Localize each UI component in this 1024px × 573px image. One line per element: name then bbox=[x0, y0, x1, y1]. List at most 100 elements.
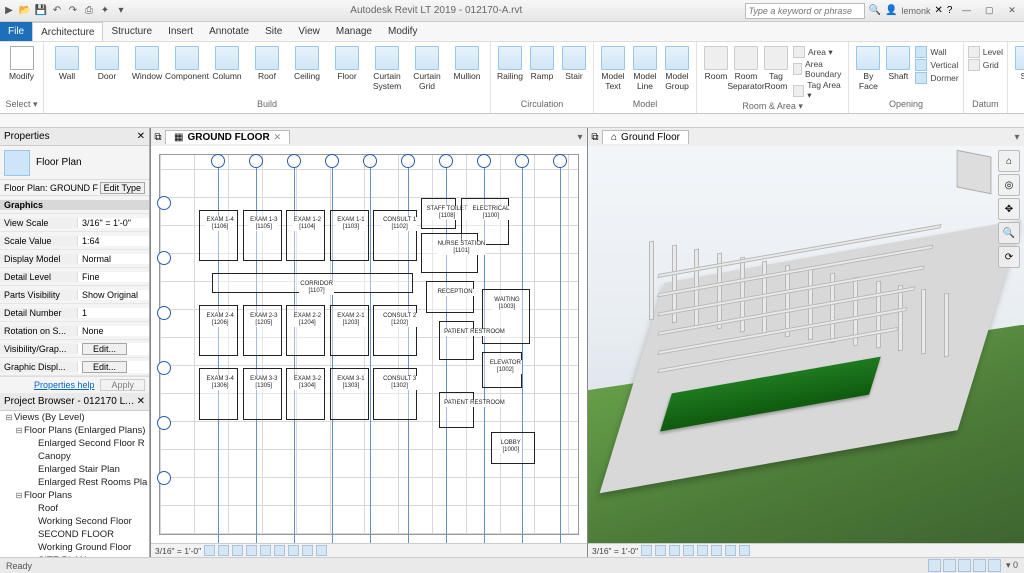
detail-level-icon[interactable] bbox=[204, 545, 215, 556]
tool-tag-room[interactable]: TagRoom bbox=[761, 44, 791, 91]
shadows-icon[interactable] bbox=[683, 545, 694, 556]
floorplan-canvas[interactable]: EXAM 1-4[1106]EXAM 1-3[1105]EXAM 1-2[110… bbox=[151, 146, 587, 543]
tool-grid[interactable]: Grid bbox=[968, 59, 1003, 71]
grid-bubble[interactable] bbox=[157, 361, 171, 375]
tool-curtain-grid[interactable]: CurtainGrid bbox=[408, 44, 446, 91]
file-menu[interactable]: File bbox=[0, 22, 32, 41]
grid-bubble[interactable] bbox=[553, 154, 567, 168]
tree-second-floor[interactable]: SECOND FLOOR bbox=[0, 528, 149, 541]
crop-region-icon[interactable] bbox=[711, 545, 722, 556]
infocenter-icon[interactable]: 🔍 bbox=[869, 5, 881, 16]
tool-roof[interactable]: Roof bbox=[248, 44, 286, 81]
tab-insert[interactable]: Insert bbox=[160, 22, 201, 41]
signin-icon[interactable]: 👤 bbox=[885, 5, 897, 16]
redo-icon[interactable]: ↷ bbox=[66, 4, 80, 18]
grid-bubble[interactable] bbox=[439, 154, 453, 168]
edit-type-button[interactable]: Edit Type bbox=[100, 182, 145, 194]
tool-curtain-system[interactable]: CurtainSystem bbox=[368, 44, 406, 91]
save-icon[interactable]: 💾 bbox=[34, 4, 48, 18]
tool-dormer[interactable]: Dormer bbox=[915, 72, 958, 84]
print-icon[interactable]: ⎙ bbox=[82, 4, 96, 18]
visual-style-icon[interactable] bbox=[655, 545, 666, 556]
measure-icon[interactable]: ✦ bbox=[98, 4, 112, 18]
view-nav-icon[interactable]: ⧉ bbox=[151, 132, 165, 143]
temp-hide-icon[interactable] bbox=[288, 545, 299, 556]
close-button[interactable]: ✕ bbox=[1002, 5, 1022, 16]
orbit-icon[interactable]: ⟳ bbox=[998, 246, 1020, 268]
tab-manage[interactable]: Manage bbox=[328, 22, 380, 41]
grid-bubble[interactable] bbox=[157, 471, 171, 485]
tool-railing[interactable]: Railing bbox=[495, 44, 525, 81]
temp-hide-icon[interactable] bbox=[725, 545, 736, 556]
pan-icon[interactable]: ✥ bbox=[998, 198, 1020, 220]
tree-working-second-floor[interactable]: Working Second Floor bbox=[0, 515, 149, 528]
tool-ramp[interactable]: Ramp bbox=[527, 44, 557, 81]
grid-bubble[interactable] bbox=[287, 154, 301, 168]
tree-enlarged-second-floor-r[interactable]: Enlarged Second Floor R bbox=[0, 437, 149, 450]
prop-visibility-grap-[interactable]: Visibility/Grap...Edit... bbox=[0, 340, 149, 358]
tool-model-group[interactable]: ModelGroup bbox=[662, 44, 692, 91]
prop-graphic-displ-[interactable]: Graphic Displ...Edit... bbox=[0, 358, 149, 376]
tool-shaft[interactable]: Shaft bbox=[883, 44, 913, 91]
reveal-hidden-icon[interactable] bbox=[739, 545, 750, 556]
prop-parts-visibility[interactable]: Parts VisibilityShow Original bbox=[0, 286, 149, 304]
filter-count[interactable]: ▾ 0 bbox=[1006, 560, 1018, 571]
grid-bubble[interactable] bbox=[157, 306, 171, 320]
browser-header[interactable]: Project Browser - 012170 LT -A.rvt ✕ bbox=[0, 393, 149, 411]
instance-selector[interactable]: Floor Plan: GROUND F bbox=[4, 183, 98, 193]
view-tab-dropdown[interactable]: ▾ bbox=[1010, 132, 1024, 143]
grid-bubble[interactable] bbox=[211, 154, 225, 168]
grid-bubble[interactable] bbox=[157, 416, 171, 430]
wall-3d[interactable] bbox=[898, 284, 903, 351]
open-icon[interactable]: 📂 bbox=[18, 4, 32, 18]
crop-view-icon[interactable] bbox=[260, 545, 271, 556]
tool-area-boundary[interactable]: Area Boundary bbox=[793, 59, 844, 79]
tree-floor-plans-enlarged-plans-[interactable]: ⊟Floor Plans (Enlarged Plans) bbox=[0, 424, 149, 437]
tree-enlarged-stair-plan[interactable]: Enlarged Stair Plan bbox=[0, 463, 149, 476]
group-roomarea-label[interactable]: Room & Area ▾ bbox=[701, 101, 844, 113]
wall-3d[interactable] bbox=[921, 288, 926, 354]
tool-stair[interactable]: Stair bbox=[559, 44, 589, 81]
grid-bubble[interactable] bbox=[477, 154, 491, 168]
room-patient-restroom[interactable] bbox=[439, 392, 474, 428]
grid-bubble[interactable] bbox=[157, 251, 171, 265]
home-icon[interactable]: ⌂ bbox=[998, 150, 1020, 172]
graphics-section[interactable]: Graphics bbox=[0, 200, 149, 210]
prop-detail-level[interactable]: Detail LevelFine bbox=[0, 268, 149, 286]
properties-header[interactable]: Properties ✕ bbox=[0, 128, 149, 146]
prop-detail-number[interactable]: Detail Number1 bbox=[0, 304, 149, 322]
prop-scale-value[interactable]: Scale Value1:64 bbox=[0, 232, 149, 250]
reveal-hidden-icon[interactable] bbox=[302, 545, 313, 556]
tab-structure[interactable]: Structure bbox=[103, 22, 160, 41]
select-face-icon[interactable] bbox=[973, 559, 986, 572]
room-reception[interactable] bbox=[426, 281, 474, 313]
tool-component[interactable]: Component bbox=[168, 44, 206, 81]
tool-by-face[interactable]: ByFace bbox=[853, 44, 883, 91]
tool-ceiling[interactable]: Ceiling bbox=[288, 44, 326, 81]
view-tab-close-icon[interactable]: ✕ bbox=[274, 132, 282, 143]
maximize-button[interactable]: ▢ bbox=[979, 5, 999, 16]
undo-icon[interactable]: ↶ bbox=[50, 4, 64, 18]
tool-model-line[interactable]: ModelLine bbox=[630, 44, 660, 91]
drag-icon[interactable] bbox=[988, 559, 1001, 572]
properties-close-icon[interactable]: ✕ bbox=[137, 131, 145, 142]
view-tab-dropdown[interactable]: ▾ bbox=[573, 132, 587, 143]
tree-canopy[interactable]: Canopy bbox=[0, 450, 149, 463]
view-tab-3d-ground-floor[interactable]: ⌂ Ground Floor bbox=[602, 130, 689, 144]
app-menu-icon[interactable]: ▶ bbox=[2, 4, 16, 18]
crop-view-icon[interactable] bbox=[697, 545, 708, 556]
tool-set[interactable]: Set bbox=[1012, 44, 1024, 81]
project-browser[interactable]: ⊟Views (By Level)⊟Floor Plans (Enlarged … bbox=[0, 411, 149, 557]
grid-bubble[interactable] bbox=[157, 196, 171, 210]
type-selector[interactable]: Floor Plan bbox=[0, 146, 149, 180]
tool-mullion[interactable]: Mullion bbox=[448, 44, 486, 81]
tool-tag-area-[interactable]: Tag Area ▾ bbox=[793, 80, 844, 101]
apply-button[interactable]: Apply bbox=[100, 379, 145, 391]
tool-window[interactable]: Window bbox=[128, 44, 166, 81]
viewcube[interactable] bbox=[957, 150, 992, 194]
tool-column[interactable]: Column bbox=[208, 44, 246, 81]
prop-view-scale[interactable]: View Scale3/16" = 1'-0" bbox=[0, 214, 149, 232]
tool-wall[interactable]: Wall bbox=[48, 44, 86, 81]
prop-rotation-on-s-[interactable]: Rotation on S...None bbox=[0, 322, 149, 340]
tool-room-separator[interactable]: RoomSeparator bbox=[731, 44, 761, 91]
